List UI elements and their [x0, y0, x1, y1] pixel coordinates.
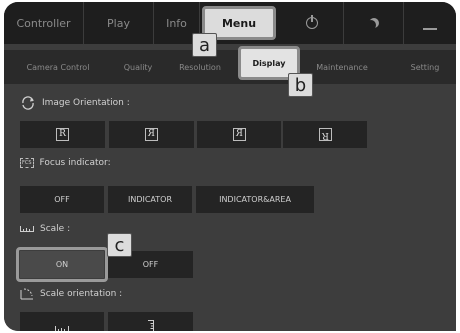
button-label: OFF: [54, 195, 70, 204]
orientation-rotate-button[interactable]: R: [283, 121, 367, 148]
tab-label: Info: [166, 16, 187, 30]
minimize-button[interactable]: [404, 2, 456, 44]
scale-on-highlight: [16, 247, 108, 282]
focus-off-button[interactable]: OFF: [20, 186, 104, 213]
subtab-label: Setting: [410, 62, 440, 72]
subtab-label: Quality: [123, 62, 153, 72]
minimize-icon: [423, 28, 437, 30]
subtab-label: Maintenance: [316, 62, 368, 72]
ruler-icon: [20, 226, 34, 232]
orientation-glyph: R: [318, 128, 332, 141]
button-label: INDICATOR: [127, 195, 173, 204]
subtab-camera-control[interactable]: Camera Control: [4, 50, 112, 84]
button-label: INDICATOR&AREA: [219, 195, 291, 204]
focus-icon: FCS: [20, 158, 34, 168]
horizontal-scale-icon: [55, 325, 69, 331]
focus-indicator-label: Focus indicator:: [39, 158, 111, 168]
callout-c: c: [107, 233, 132, 257]
image-orientation-heading: Image Orientation :: [20, 96, 130, 110]
subtab-label: Display: [252, 58, 286, 68]
tab-label: Play: [107, 16, 130, 30]
orientation-normal-button[interactable]: R: [20, 121, 105, 148]
subtab-label: Resolution: [179, 62, 221, 72]
subtab-quality[interactable]: Quality: [112, 50, 164, 84]
rotate-icon: [20, 96, 36, 110]
focus-indicator-heading: FCS Focus indicator:: [20, 158, 111, 168]
subtab-label: Camera Control: [26, 62, 90, 72]
subtab-setting[interactable]: Setting: [394, 50, 456, 84]
power-button[interactable]: [280, 2, 344, 44]
orientation-glyph: R: [56, 128, 69, 141]
scale-orientation-icon: [20, 288, 34, 300]
image-orientation-label: Image Orientation :: [42, 98, 130, 108]
app-window: Controller Play Info Menu Camera Control…: [4, 2, 456, 331]
display-settings-panel: Image Orientation : R R R R FCS Focus in…: [4, 84, 456, 331]
tab-label: Menu: [221, 16, 257, 30]
orientation-flip-button[interactable]: R: [197, 121, 281, 148]
scale-orientation-horizontal-button[interactable]: [20, 312, 104, 331]
sub-tab-bar: Camera Control Quality Resolution Displa…: [4, 46, 456, 84]
tab-controller[interactable]: Controller: [4, 2, 84, 44]
callout-b: b: [288, 73, 313, 97]
tab-play[interactable]: Play: [84, 2, 154, 44]
scale-label: Scale :: [40, 224, 71, 234]
vertical-scale-icon: [147, 320, 154, 331]
scale-orientation-vertical-button[interactable]: [108, 312, 193, 331]
scale-heading: Scale :: [20, 224, 70, 234]
moon-icon: [366, 20, 376, 30]
callout-a: a: [192, 33, 217, 57]
focus-indicator-button[interactable]: INDICATOR: [108, 186, 192, 213]
orientation-glyph: R: [145, 128, 158, 141]
scale-orientation-label: Scale orientation :: [40, 289, 123, 299]
night-mode-button[interactable]: [344, 2, 404, 44]
power-icon: [305, 15, 318, 29]
button-label: OFF: [142, 260, 159, 269]
orientation-mirror-button[interactable]: R: [109, 121, 194, 148]
top-tab-bar: Controller Play Info Menu: [4, 2, 456, 44]
scale-orientation-heading: Scale orientation :: [20, 288, 122, 300]
focus-indicator-area-button[interactable]: INDICATOR&AREA: [196, 186, 314, 213]
tab-label: Controller: [16, 16, 71, 30]
orientation-glyph: R: [232, 128, 246, 141]
